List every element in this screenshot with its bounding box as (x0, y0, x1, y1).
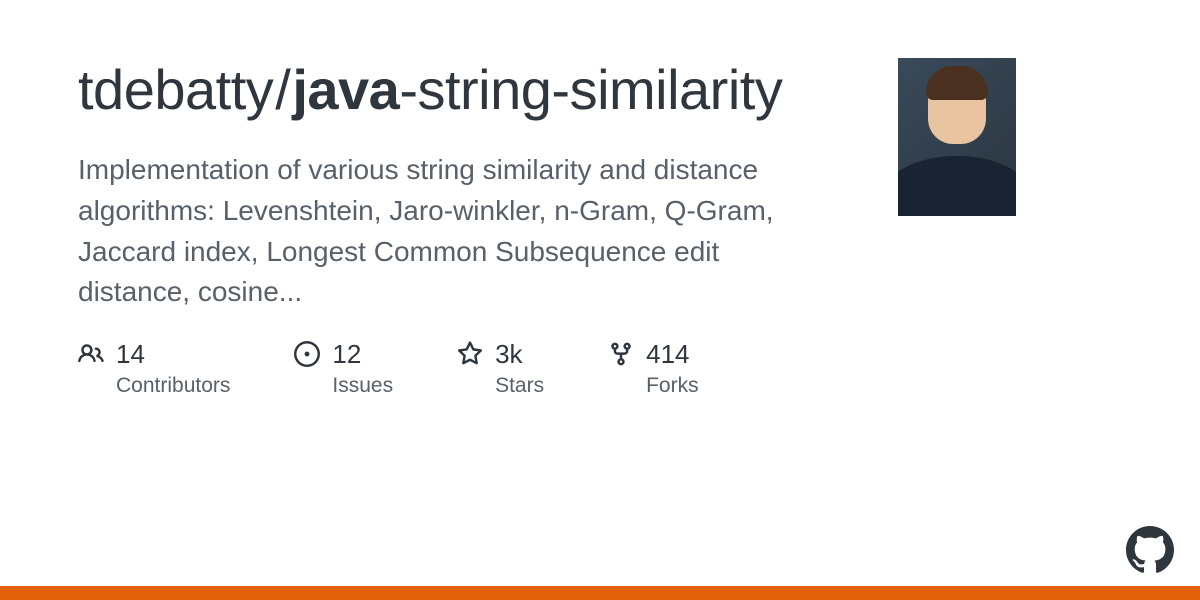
repo-name-rest: -string-similarity (399, 58, 782, 121)
contributors-label: Contributors (116, 374, 230, 398)
stat-text: 3k Stars (495, 339, 544, 398)
language-color-bar (0, 586, 1200, 600)
issue-icon (294, 341, 320, 367)
fork-icon (608, 341, 634, 367)
avatar (898, 58, 1016, 216)
people-icon (78, 341, 104, 367)
stat-contributors: 14 Contributors (78, 339, 230, 398)
stars-label: Stars (495, 374, 544, 398)
issues-label: Issues (332, 374, 393, 398)
stats-row: 14 Contributors 12 Issues 3k Stars (78, 339, 858, 398)
stat-text: 414 Forks (646, 339, 699, 398)
forks-label: Forks (646, 374, 699, 398)
repo-description: Implementation of various string similar… (78, 150, 818, 312)
stat-text: 12 Issues (332, 339, 393, 398)
star-icon (457, 341, 483, 367)
stat-stars: 3k Stars (457, 339, 544, 398)
slash-separator: / (275, 58, 290, 121)
repo-title: tdebatty/java-string-similarity (78, 58, 858, 122)
stat-issues: 12 Issues (294, 339, 393, 398)
issues-value: 12 (332, 339, 393, 370)
contributors-value: 14 (116, 339, 230, 370)
github-logo-icon (1126, 526, 1174, 574)
repo-owner: tdebatty (78, 58, 273, 121)
social-card-container: tdebatty/java-string-similarity Implemen… (0, 0, 1200, 398)
stat-text: 14 Contributors (116, 339, 230, 398)
repo-name-bold: java (292, 58, 399, 121)
stat-forks: 414 Forks (608, 339, 699, 398)
main-content: tdebatty/java-string-similarity Implemen… (78, 58, 858, 398)
stars-value: 3k (495, 339, 544, 370)
forks-value: 414 (646, 339, 699, 370)
